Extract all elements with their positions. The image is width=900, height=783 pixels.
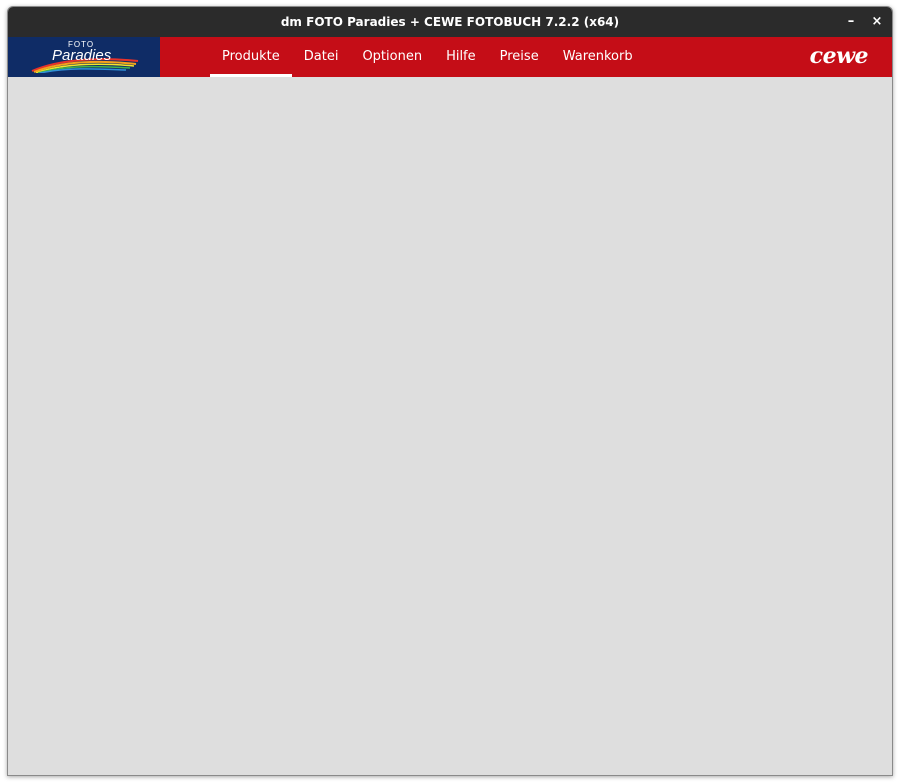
menu-item-preise[interactable]: Preise bbox=[488, 37, 551, 77]
minimize-button[interactable]: – bbox=[841, 12, 861, 32]
title-bar[interactable]: dm FOTO Paradies + CEWE FOTOBUCH 7.2.2 (… bbox=[8, 7, 892, 37]
menu-item-warenkorb[interactable]: Warenkorb bbox=[551, 37, 645, 77]
foto-paradies-logo: FOTO Paradies bbox=[8, 37, 160, 77]
main-content-area bbox=[8, 77, 892, 775]
cewe-logo: cewe bbox=[809, 43, 869, 69]
menu-item-produkte[interactable]: Produkte bbox=[210, 37, 292, 77]
menu-item-datei[interactable]: Datei bbox=[292, 37, 351, 77]
menu-item-hilfe[interactable]: Hilfe bbox=[434, 37, 488, 77]
menu-bar: FOTO Paradies Produkte Datei Optionen Hi… bbox=[8, 37, 892, 77]
logo-text-paradies: Paradies bbox=[52, 47, 112, 64]
window-title: dm FOTO Paradies + CEWE FOTOBUCH 7.2.2 (… bbox=[280, 15, 620, 29]
app-window: dm FOTO Paradies + CEWE FOTOBUCH 7.2.2 (… bbox=[7, 6, 893, 776]
menu-item-optionen[interactable]: Optionen bbox=[350, 37, 434, 77]
main-menu: Produkte Datei Optionen Hilfe Preise War… bbox=[210, 37, 645, 77]
close-button[interactable]: × bbox=[867, 12, 887, 32]
